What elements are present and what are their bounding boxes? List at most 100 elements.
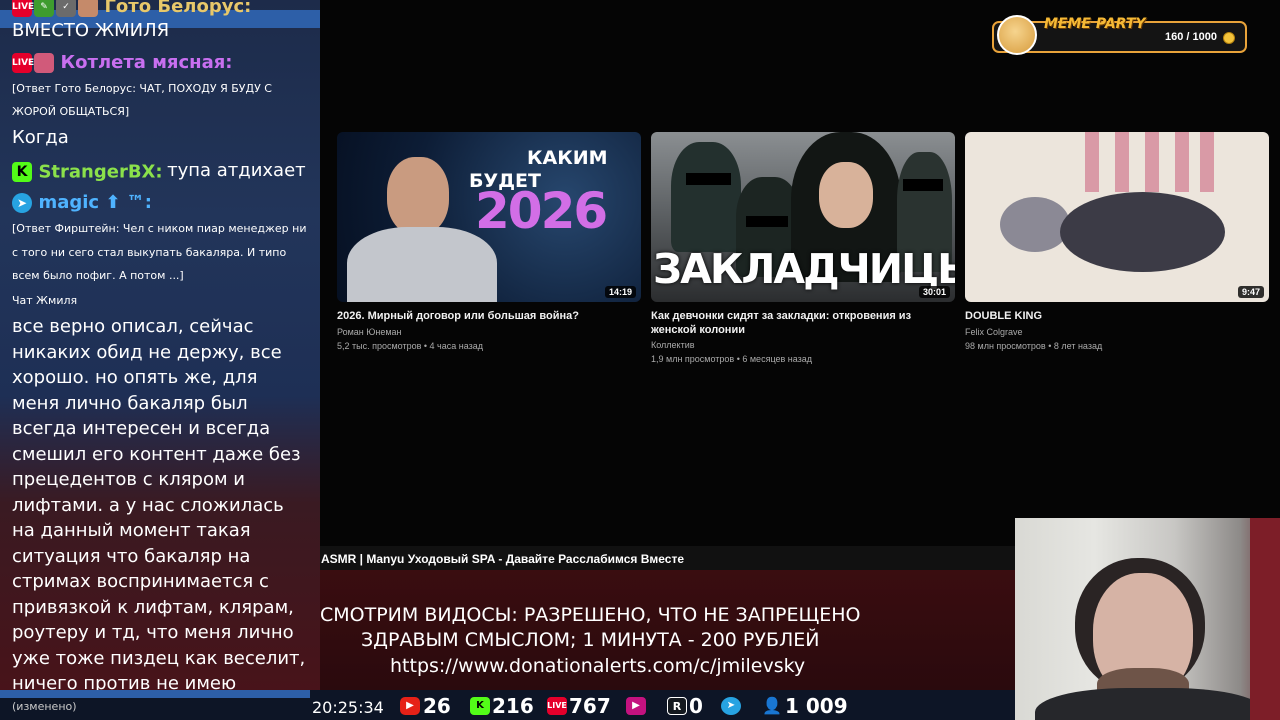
avatar bbox=[78, 0, 98, 17]
youtube-viewers: 26 bbox=[423, 694, 451, 718]
donation-text: ЗДРАВЫМ СМЫСЛОМ; 1 МИНУТА - 200 РУБЛЕЙ bbox=[361, 629, 820, 651]
face bbox=[819, 162, 873, 228]
video-thumbnail[interactable]: КАКИМ БУДЕТ 2026 14:19 bbox=[337, 132, 641, 302]
video-meta: 98 млн просмотров • 8 лет назад bbox=[965, 340, 1103, 351]
creature bbox=[1000, 197, 1070, 252]
video-title[interactable]: 2026. Мирный договор или большая война? bbox=[337, 310, 641, 324]
stream-overlay: LIVE ✎ ✓ Гото Белорус: ВМЕСТО ЖМИЛЯ LIVE К… bbox=[0, 0, 1280, 720]
vk-live-icon: LIVE bbox=[547, 697, 567, 715]
chat-reply: ЖОРОЙ ОБЩАТЬСЯ] bbox=[12, 105, 130, 118]
chat-panel: LIVE ✎ ✓ Гото Белорус: ВМЕСТО ЖМИЛЯ LIVE К… bbox=[0, 0, 320, 720]
video-duration: 30:01 bbox=[918, 286, 950, 298]
pink-leg bbox=[1200, 132, 1214, 192]
chat-line: привязкой к лифтам, клярам, bbox=[12, 596, 294, 618]
chat-nickname: Котлета мясная: bbox=[60, 52, 233, 73]
video-card[interactable]: 9:47 DOUBLE KING Felix Colgrave 98 млн п… bbox=[965, 132, 1269, 351]
stream-status-bar: (изменено) 20:25:34 ▶ 26 K 216 LIVE 767 … bbox=[0, 690, 1015, 720]
video-title[interactable]: DOUBLE KING bbox=[965, 310, 1269, 324]
pink-leg bbox=[1145, 132, 1159, 192]
chat-line: на данный момент такая bbox=[12, 520, 251, 541]
video-meta: 5,2 тыс. просмотров • 4 часа назад bbox=[337, 340, 484, 351]
video-channel[interactable]: Роман Юнеман bbox=[337, 327, 641, 337]
thumb-text: КАКИМ bbox=[527, 147, 608, 169]
pencil-badge-icon: ✎ bbox=[34, 0, 54, 17]
video-card[interactable]: КАКИМ БУДЕТ 2026 14:19 2026. Мирный дого… bbox=[337, 132, 641, 351]
meme-party-title: MEME PARTY bbox=[1044, 16, 1146, 32]
user-icon: 👤 bbox=[762, 696, 782, 715]
censor-bar bbox=[686, 173, 731, 185]
video-thumbnail[interactable]: 9:47 bbox=[965, 132, 1269, 302]
censor-bar bbox=[903, 179, 943, 191]
chat-line: прецедентов с кляром и bbox=[12, 469, 245, 490]
video-duration: 14:19 bbox=[604, 286, 636, 298]
now-playing-bar: ASMR | Manyu Уходовый SPA - Давайте Расс… bbox=[320, 546, 1020, 570]
thumb-year: 2026 bbox=[475, 182, 608, 240]
chat-line: стримах воспринимается с bbox=[12, 571, 269, 592]
chat-line: лифтами. а у нас сложилась bbox=[12, 494, 284, 516]
figure bbox=[671, 142, 741, 252]
avatar bbox=[34, 52, 54, 73]
edited-label: (изменено) bbox=[12, 700, 77, 713]
video-thumbnail[interactable]: ЗАКЛАДЧИЦЫ 30:01 bbox=[651, 132, 955, 302]
chat-nickname: Гото Белорус: bbox=[104, 0, 252, 17]
chat-text: тупа атдихает bbox=[167, 160, 306, 181]
video-card[interactable]: ЗАКЛАДЧИЦЫ 30:01 Как девчонки сидят за з… bbox=[651, 132, 955, 364]
video-channel[interactable]: Коллектив bbox=[651, 340, 955, 350]
chat-message: K StrangerBX: тупа атдихает bbox=[12, 158, 310, 184]
meme-party-progress: 160 / 1000 bbox=[1165, 31, 1217, 43]
chat-line: роутеру и тд, что меня лично bbox=[12, 622, 294, 643]
kick-viewers: 216 bbox=[492, 694, 534, 718]
video-channel[interactable]: Felix Colgrave bbox=[965, 327, 1269, 337]
webcam-feed bbox=[1015, 518, 1280, 720]
chat-line: всегда интересен и всегда bbox=[12, 418, 271, 439]
chat-line: меня лично бакаляр был bbox=[12, 392, 248, 414]
pink-leg bbox=[1085, 132, 1099, 192]
youtube-icon: ▶ bbox=[400, 697, 420, 715]
chat-nickname: StrangerBX: bbox=[38, 161, 163, 183]
chat-text: ВМЕСТО ЖМИЛЯ bbox=[12, 20, 170, 41]
coin-icon bbox=[1223, 32, 1235, 44]
vk-video-icon: ▶ bbox=[626, 697, 646, 715]
chat-message: LIVE ✎ ✓ Гото Белорус: bbox=[12, 0, 310, 17]
vk-viewers: 767 bbox=[569, 694, 611, 718]
rutube-icon: R bbox=[667, 697, 687, 715]
clock: 20:25:34 bbox=[312, 698, 384, 717]
chat-line: уже тоже пиздец как веселит, bbox=[12, 647, 306, 669]
chat-line: ситуация что бакаляр на bbox=[12, 545, 251, 567]
live-badge-icon: LIVE bbox=[12, 52, 34, 73]
chat-message: LIVE Котлета мясная: bbox=[12, 52, 310, 73]
chat-nickname: magic ⬆ ™: bbox=[38, 192, 152, 213]
meme-party-widget: MEME PARTY 160 / 1000 bbox=[992, 15, 1247, 55]
check-badge-icon: ✓ bbox=[56, 0, 76, 17]
chat-reply: с того ни сего стал выкупать бакаляра. И… bbox=[12, 246, 287, 259]
chat-reply: [Ответ Фирштейн: Чел с ником пиар менедж… bbox=[12, 222, 307, 235]
pink-leg bbox=[1115, 132, 1129, 192]
chat-source-label: Чат Жмиля bbox=[12, 294, 78, 307]
chat-line: хорошо. но опять же, для bbox=[12, 367, 258, 388]
censor-bar bbox=[746, 216, 788, 227]
video-title[interactable]: Как девчонки сидят за закладки: откровен… bbox=[651, 310, 955, 337]
rutube-viewers: 0 bbox=[689, 694, 703, 718]
donation-link[interactable]: https://www.donationalerts.com/c/jmilevs… bbox=[390, 655, 805, 677]
chat-line: все верно описал, сейчас bbox=[12, 316, 254, 337]
creature bbox=[1060, 192, 1225, 272]
flag bbox=[1250, 518, 1280, 720]
thumb-text: ЗАКЛАДЧИЦЫ bbox=[653, 245, 955, 293]
chat-line: никаких обид не держу, все bbox=[12, 341, 282, 363]
telegram-icon: ➤ bbox=[12, 192, 32, 213]
video-title-line: Как девчонки сидят за закладки: откровен… bbox=[651, 310, 912, 322]
donation-text: СМОТРИМ ВИДОСЫ: РАЗРЕШЕНО, ЧТО НЕ ЗАПРЕЩ… bbox=[320, 604, 861, 626]
telegram-icon: ➤ bbox=[721, 697, 741, 715]
chat-line: смешил его контент даже без bbox=[12, 443, 301, 465]
status-stripe bbox=[0, 690, 310, 698]
shirt bbox=[1035, 688, 1265, 720]
kick-icon: K bbox=[470, 697, 490, 715]
chat-reply: всем было пофиг. А потом ...] bbox=[12, 269, 184, 282]
kick-logo-icon: K bbox=[12, 161, 32, 182]
video-duration: 9:47 bbox=[1237, 286, 1264, 298]
video-title-line: женской колонии bbox=[651, 323, 745, 336]
video-meta: 1,9 млн просмотров • 6 месяцев назад bbox=[651, 354, 813, 364]
pink-leg bbox=[1175, 132, 1189, 192]
donation-banner: СМОТРИМ ВИДОСЫ: РАЗРЕШЕНО, ЧТО НЕ ЗАПРЕЩ… bbox=[320, 570, 1020, 690]
chat-text: Когда bbox=[12, 127, 69, 148]
